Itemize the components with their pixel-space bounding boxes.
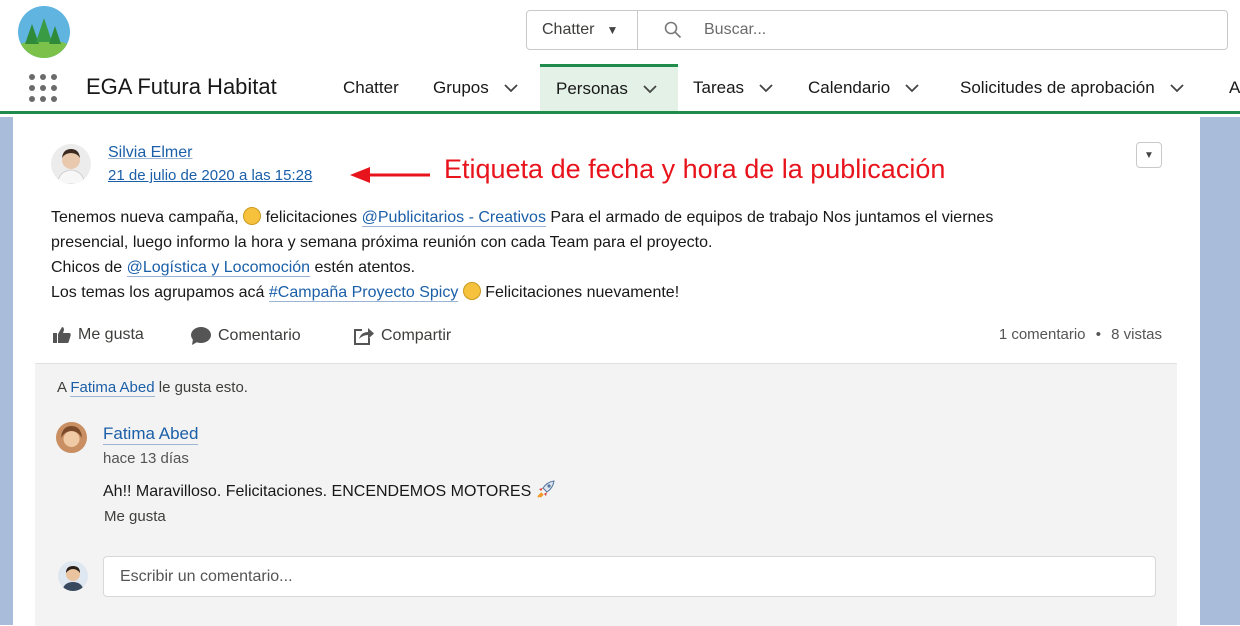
post-text: Chicos de [51,259,123,276]
hashtag-link[interactable]: #Campaña Proyecto Spicy [268,284,459,302]
rocket-icon [537,480,555,498]
view-count: 8 vistas [1111,326,1162,343]
app-launcher-icon[interactable] [29,74,57,102]
search-icon [664,21,682,39]
post-text: Los temas los agrupamos acá [51,284,265,301]
tab-label: Solicitudes de aprobación [960,77,1155,97]
tab-label: Grupos [433,77,489,97]
comment-input[interactable]: Escribir un comentario... [103,556,1156,597]
post-text: estén atentos. [314,259,416,276]
mention-link[interactable]: @Logística y Locomoción [126,259,311,277]
current-user-avatar [58,561,88,591]
post-text: presencial, luego informo la hora y sema… [51,234,713,251]
search-scope-label: Chatter [542,21,595,38]
tab-personas[interactable]: Personas [540,64,678,111]
comment-like-button[interactable]: Me gusta [104,508,166,525]
tab-label: Calendario [808,77,891,97]
likes-summary: A Fatima Abed le gusta esto. [57,379,248,397]
annotation-label: Etiqueta de fecha y hora de la publicaci… [444,154,946,184]
chevron-down-icon[interactable] [1169,83,1185,93]
chevron-down-icon[interactable] [642,84,658,94]
comment-input-placeholder: Escribir un comentario... [120,567,293,585]
comment-time: hace 13 días [103,450,189,467]
chevron-down-icon[interactable] [503,83,519,93]
app-logo [18,6,70,58]
post-text: felicitaciones [265,209,358,226]
post-menu-button[interactable]: ▼ [1136,142,1162,168]
likes-text: A [57,379,67,396]
thumbs-up-icon [53,327,71,343]
chevron-down-icon[interactable] [758,83,774,93]
post-text: Tenemos nueva campaña, [51,209,239,226]
comment-label: Comentario [218,327,301,344]
tab-solicitudes-de-aprobacion[interactable]: Solicitudes de aprobación [960,64,1185,111]
post-text: Para el armado de equipos de trabajo Nos… [550,209,994,226]
comment-text: Ah!! Maravilloso. Felicitaciones. ENCEND… [103,479,556,501]
tab-grupos[interactable]: Grupos [433,64,519,111]
chevron-down-icon[interactable] [904,83,920,93]
mention-link[interactable]: @Publicitarios - Creativos [361,209,546,227]
tab-label: A [1229,77,1240,97]
caret-down-icon: ▼ [1144,149,1154,161]
tab-label: Tareas [693,77,745,97]
comment-author-link[interactable]: Fatima Abed [103,424,199,445]
tab-label: Chatter [343,77,399,97]
tab-label: Personas [556,79,628,98]
grinning-emoji-icon [243,207,262,225]
tab-chatter[interactable]: Chatter [343,64,399,111]
search-input[interactable]: Buscar... [638,21,766,39]
post-timestamp-link[interactable]: 21 de julio de 2020 a las 15:28 [108,167,312,184]
like-button[interactable]: Me gusta [52,326,144,344]
tab-calendario[interactable]: Calendario [808,64,920,111]
comment-body: Ah!! Maravilloso. Felicitaciones. ENCEND… [103,483,532,500]
speech-bubble-icon [191,327,211,345]
comment-button[interactable]: Comentario [190,326,301,346]
navigation-bar: EGA Futura Habitat Chatter Grupos Person… [0,64,1240,114]
post-stats: 1 comentario • 8 vistas [999,326,1162,343]
liker-link[interactable]: Fatima Abed [70,379,155,397]
share-icon [354,328,374,345]
likes-text: le gusta esto. [158,379,248,396]
global-search: Chatter ▼ Buscar... [526,10,1228,50]
yum-emoji-icon [462,282,481,300]
share-label: Compartir [381,327,452,344]
tab-overflow[interactable]: A [1229,64,1240,111]
commenter-avatar[interactable] [56,422,87,453]
search-placeholder: Buscar... [704,21,767,38]
post-text: Felicitaciones nuevamente! [485,284,680,301]
caret-down-icon: ▼ [606,23,619,37]
tab-tareas[interactable]: Tareas [693,64,774,111]
search-scope-dropdown[interactable]: Chatter ▼ [527,11,638,49]
comment-count[interactable]: 1 comentario [999,326,1086,343]
share-button[interactable]: Compartir [353,326,451,346]
stats-separator: • [1095,326,1101,343]
post-body: Tenemos nueva campaña, felicitaciones @P… [51,205,1171,305]
annotation-arrow-icon [350,167,430,183]
app-name: EGA Futura Habitat [86,74,277,99]
like-label: Me gusta [78,326,144,343]
post-author-link[interactable]: Silvia Elmer [108,144,192,162]
author-avatar[interactable] [51,144,91,184]
